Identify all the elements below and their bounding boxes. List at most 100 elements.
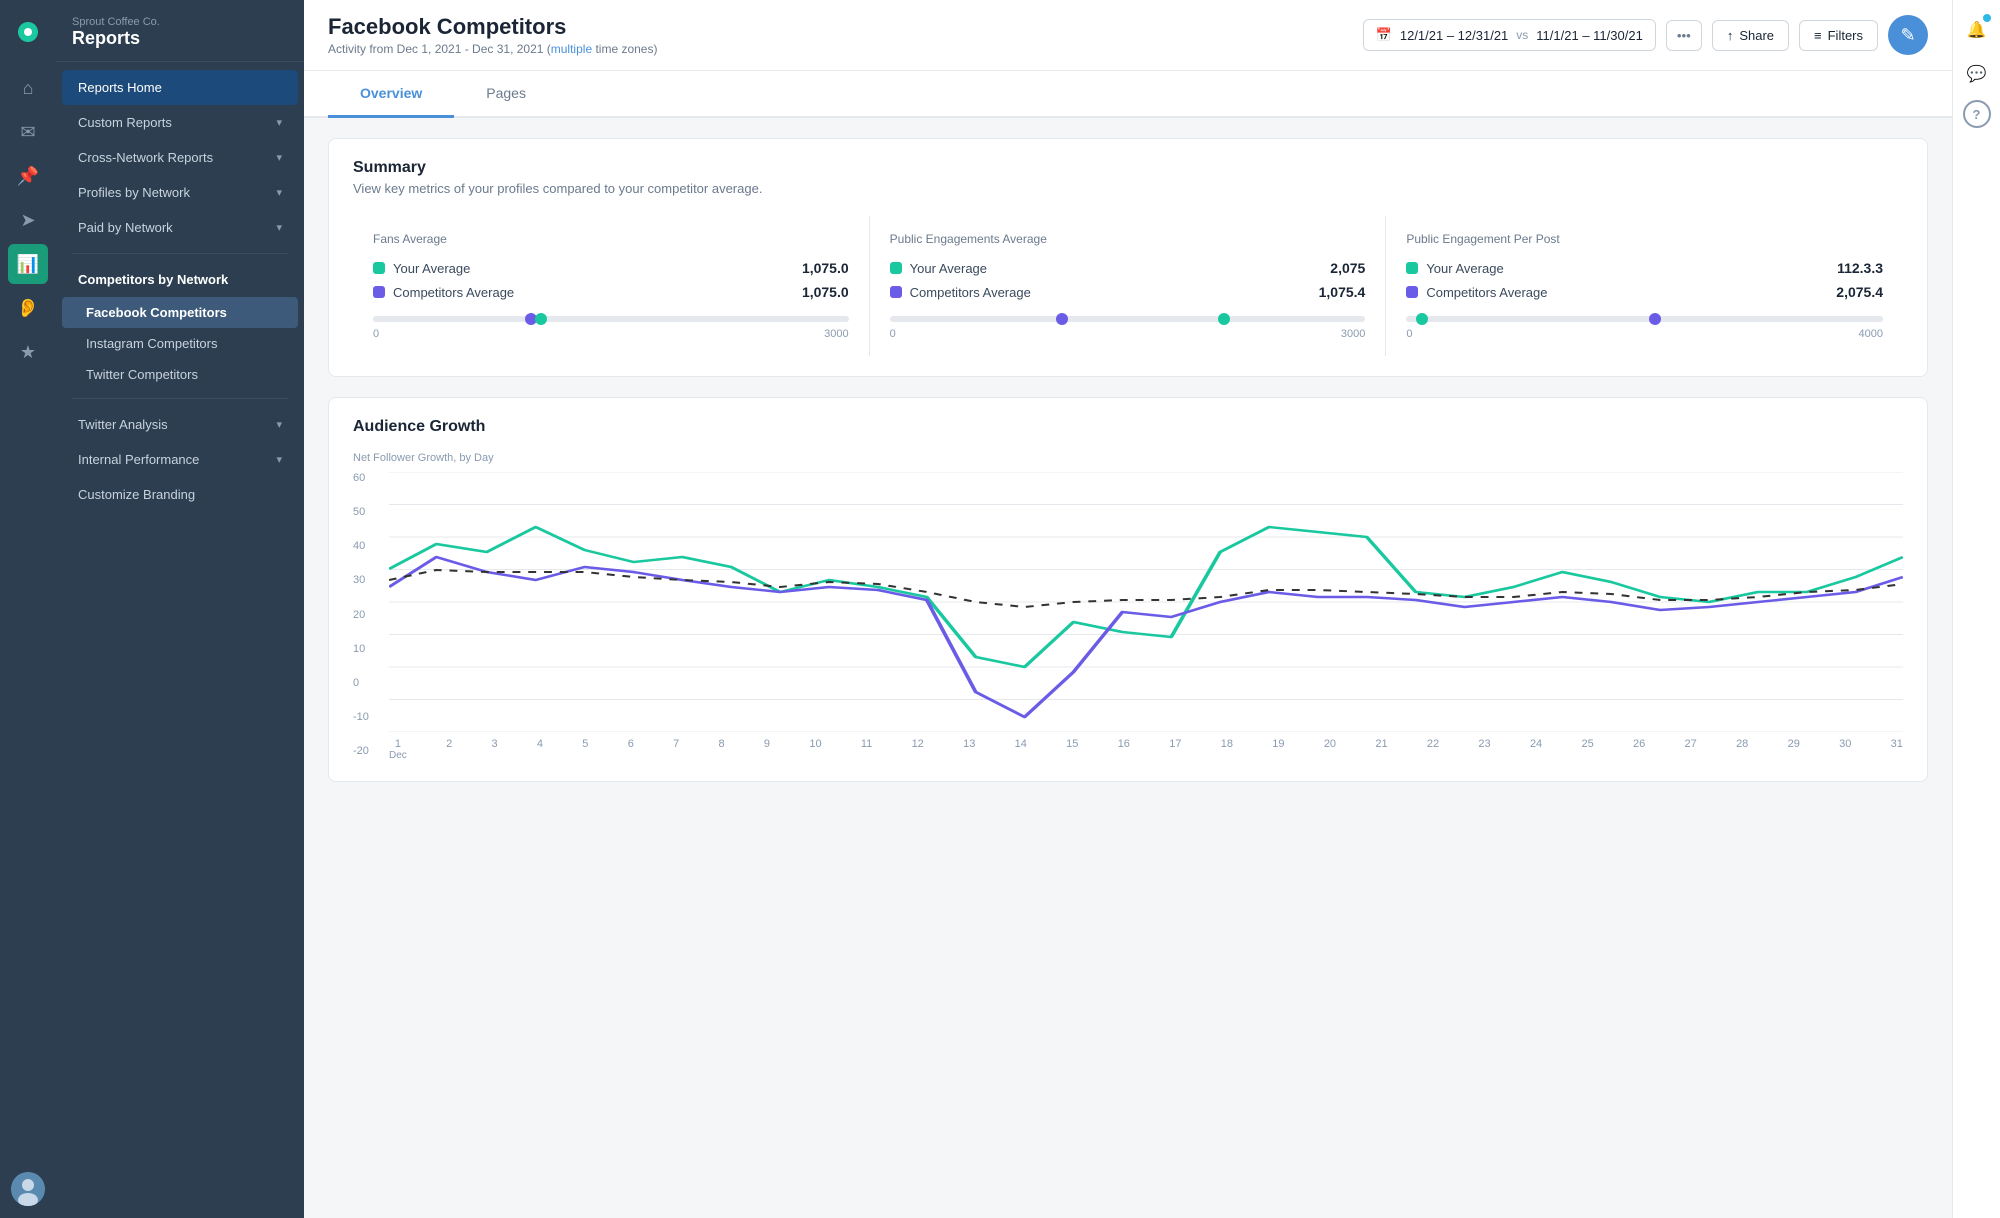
y-label-minus20: -20 [353, 745, 389, 757]
x-label-9: 9 [764, 738, 770, 761]
x-label-19: 19 [1272, 738, 1284, 761]
notification-badge [1983, 14, 1991, 22]
y-label-minus10: -10 [353, 711, 389, 723]
topbar-left: Facebook Competitors Activity from Dec 1… [328, 14, 657, 56]
summary-title: Summary [353, 159, 1903, 177]
content-area: Summary View key metrics of your profile… [304, 118, 1952, 1218]
sidebar-subitem-label: Facebook Competitors [86, 305, 227, 320]
sidebar-item-profiles-by-network[interactable]: Profiles by Network ▾ [62, 175, 298, 210]
sidebar-item-label: Reports Home [78, 80, 162, 95]
sidebar-item-custom-reports[interactable]: Custom Reports ▾ [62, 105, 298, 140]
y-label-0: 0 [353, 677, 389, 689]
epp-slider-track [1406, 316, 1883, 322]
sidebar-item-label: Internal Performance [78, 452, 199, 467]
page-subtitle: Activity from Dec 1, 2021 - Dec 31, 2021… [328, 42, 657, 56]
metric-epp-your-indicator: Your Average [1406, 261, 1503, 276]
fans-comp-dot [373, 286, 385, 298]
notification-icon[interactable]: 🔔 [1959, 12, 1995, 48]
metric-epp-comp-row: Competitors Average 2,075.4 [1406, 284, 1883, 300]
sidebar-item-reports-home[interactable]: Reports Home [62, 70, 298, 105]
metric-eng-your-row: Your Average 2,075 [890, 260, 1366, 276]
y-label-50: 50 [353, 506, 389, 518]
audience-growth-chart [389, 472, 1903, 732]
tab-overview-label: Overview [360, 85, 422, 101]
nav-home-icon[interactable]: ⌂ [8, 68, 48, 108]
x-label-20: 20 [1324, 738, 1336, 761]
tab-pages[interactable]: Pages [454, 71, 558, 118]
sidebar-subitem-instagram-competitors[interactable]: Instagram Competitors [62, 328, 298, 359]
sidebar-item-competitors-by-network[interactable]: Competitors by Network [62, 262, 298, 297]
chart-container: 60 50 40 30 20 10 0 -10 -20 [353, 472, 1903, 761]
summary-card: Summary View key metrics of your profile… [328, 138, 1928, 377]
sidebar-item-label: Twitter Analysis [78, 417, 168, 432]
epp-your-slider-dot [1416, 313, 1428, 325]
timezone-link[interactable]: multiple [551, 42, 592, 56]
eng-slider-track [890, 316, 1366, 322]
metric-epp-label: Public Engagement Per Post [1406, 232, 1883, 246]
sidebar-item-label: Custom Reports [78, 115, 172, 130]
sidebar-item-label: Competitors by Network [78, 272, 228, 287]
chevron-down-icon: ▾ [276, 151, 282, 164]
share-button[interactable]: ↑ Share [1712, 20, 1789, 51]
compose-button[interactable]: ✎ [1888, 15, 1928, 55]
subtitle-text: Activity from Dec 1, 2021 - Dec 31, 2021… [328, 42, 551, 56]
sidebar-subitem-twitter-competitors[interactable]: Twitter Competitors [62, 359, 298, 390]
chevron-down-icon: ▾ [276, 221, 282, 234]
more-options-button[interactable]: ••• [1666, 20, 1702, 51]
sidebar-header: Sprout Coffee Co. Reports [56, 0, 304, 62]
x-label-18: 18 [1221, 738, 1233, 761]
nav-reviews-icon[interactable]: ★ [8, 332, 48, 372]
epp-max-label: 4000 [1859, 328, 1883, 340]
x-label-8: 8 [719, 738, 725, 761]
fans-your-value: 1,075.0 [802, 260, 849, 276]
x-label-3: 3 [491, 738, 497, 761]
date-range-button[interactable]: 📅 12/1/21 – 12/31/21 vs 11/1/21 – 11/30/… [1363, 19, 1656, 51]
x-label-17: 17 [1169, 738, 1181, 761]
metric-fans-comp-indicator: Competitors Average [373, 285, 514, 300]
epp-min-label: 0 [1406, 328, 1412, 340]
help-icon[interactable]: ? [1963, 100, 1991, 128]
metric-epp-your-row: Your Average 112.3.3 [1406, 260, 1883, 276]
metric-engagement-per-post: Public Engagement Per Post Your Average … [1386, 216, 1903, 356]
y-axis: 60 50 40 30 20 10 0 -10 -20 [353, 472, 389, 761]
chevron-down-icon: ▾ [276, 418, 282, 431]
x-label-27: 27 [1685, 738, 1697, 761]
chat-icon[interactable]: 💬 [1959, 56, 1995, 92]
epp-comp-dot [1406, 286, 1418, 298]
dotted-trend-line [389, 570, 1903, 607]
fans-your-label: Your Average [393, 261, 470, 276]
sidebar-divider [72, 253, 288, 254]
share-label: Share [1739, 28, 1774, 43]
nav-inbox-icon[interactable]: ✉ [8, 112, 48, 152]
calendar-icon: 📅 [1376, 27, 1392, 43]
sidebar-item-paid-by-network[interactable]: Paid by Network ▾ [62, 210, 298, 245]
app-logo[interactable] [8, 12, 48, 52]
x-label-14: 14 [1015, 738, 1027, 761]
sidebar-item-cross-network[interactable]: Cross-Network Reports ▾ [62, 140, 298, 175]
fans-your-dot [373, 262, 385, 274]
x-label-12: 12 [912, 738, 924, 761]
tab-pages-label: Pages [486, 85, 526, 101]
nav-publish-icon[interactable]: ➤ [8, 200, 48, 240]
page-title: Facebook Competitors [328, 14, 657, 40]
sidebar-item-internal-performance[interactable]: Internal Performance ▾ [62, 442, 298, 477]
eng-your-value: 2,075 [1330, 260, 1365, 276]
date-range-text: 12/1/21 – 12/31/21 [1400, 28, 1508, 43]
user-avatar[interactable] [11, 1172, 45, 1206]
sidebar-item-label: Cross-Network Reports [78, 150, 213, 165]
nav-analytics-icon[interactable]: 📊 [8, 244, 48, 284]
nav-tasks-icon[interactable]: 📌 [8, 156, 48, 196]
filters-label: Filters [1828, 28, 1863, 43]
nav-listening-icon[interactable]: 👂 [8, 288, 48, 328]
tabs-bar: Overview Pages [304, 71, 1952, 118]
eng-your-dot [890, 262, 902, 274]
filters-button[interactable]: ≡ Filters [1799, 20, 1878, 51]
sidebar-item-customize-branding[interactable]: Customize Branding [62, 477, 298, 512]
metric-eng-comp-indicator: Competitors Average [890, 285, 1031, 300]
x-label-11: 11 [861, 738, 872, 761]
sidebar-subitem-facebook-competitors[interactable]: Facebook Competitors [62, 297, 298, 328]
filter-icon: ≡ [1814, 28, 1822, 43]
tab-overview[interactable]: Overview [328, 71, 454, 118]
vs-label: vs [1516, 28, 1528, 42]
sidebar-item-twitter-analysis[interactable]: Twitter Analysis ▾ [62, 407, 298, 442]
